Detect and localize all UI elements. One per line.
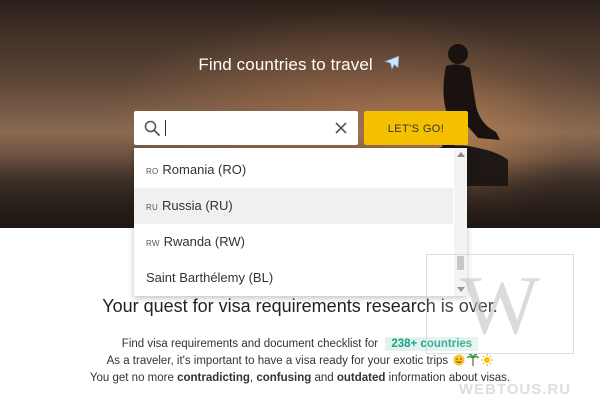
watermark-text: WEBTOUS.RU [458,381,572,398]
watermark-logo: W [426,254,574,354]
outdated-bold: outdated [336,372,386,384]
dropdown-option-saint-barthelemy[interactable]: Saint Barthélemy (BL) [134,260,453,296]
lets-go-button[interactable]: LET'S GO! [364,111,468,145]
hero-title-text: Find countries to travel [198,55,373,74]
text-caret [165,120,166,136]
close-icon[interactable] [334,121,348,135]
scroll-up-arrow-icon[interactable] [457,152,465,157]
option-label: Russia (RU) [161,198,233,213]
countries-line-text: Find visa requirements and document chec… [121,338,379,350]
no-more-text-1: You get no more [89,372,174,384]
search-input[interactable] [164,117,328,141]
hero-title: Find countries to travel [0,54,600,75]
option-code: RW [146,239,160,248]
comma-sep: , [249,372,254,384]
dropdown-option-romania[interactable]: RO Romania (RO) [134,152,453,188]
contradicting-bold: contradicting [177,372,250,384]
option-label: Romania (RO) [162,162,247,177]
search-icon [144,120,160,136]
option-code: RO [146,167,159,176]
option-label: Saint Barthélemy (BL) [146,270,274,285]
option-code: RU [146,203,158,212]
smiley-icon [453,354,465,366]
option-label: Rwanda (RW) [163,234,245,249]
dropdown-option-russia[interactable]: RU Russia (RU) [134,188,453,224]
and-text: and [314,372,334,384]
airplane-icon [383,55,399,71]
dropdown-option-rwanda[interactable]: RW Rwanda (RW) [134,224,453,260]
traveler-line: As a traveler, it's important to have a … [0,354,600,367]
palm-tree-icon [467,354,480,366]
confusing-bold: confusing [256,372,312,384]
country-search[interactable] [134,111,358,145]
country-dropdown: RO Romania (RO) RU Russia (RU) RW Rwanda (R… [134,148,467,296]
traveler-line-text: As a traveler, it's important to have a … [106,355,449,367]
sun-icon [481,354,494,366]
watermark-letter: W [460,259,540,352]
